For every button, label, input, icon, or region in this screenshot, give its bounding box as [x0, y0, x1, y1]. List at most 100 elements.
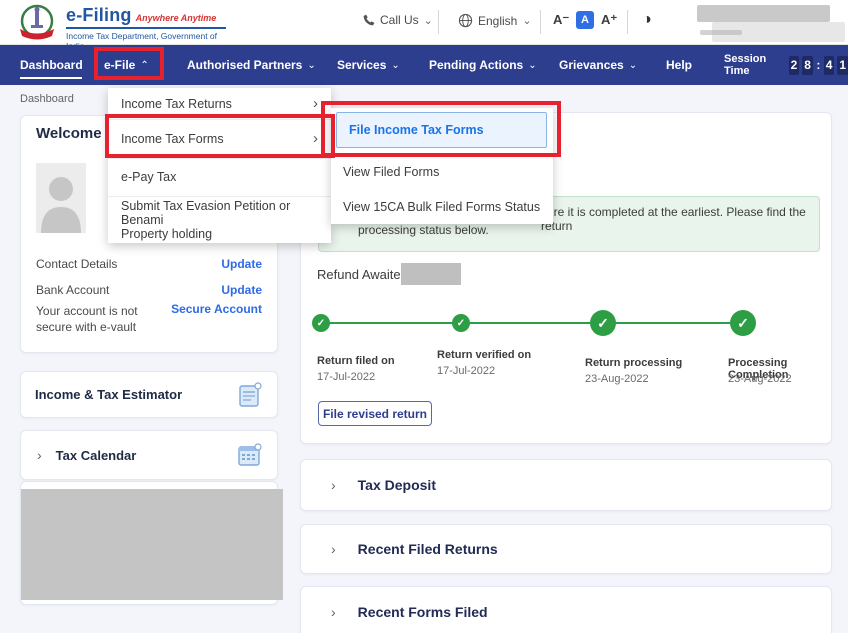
submenu-item-view-filed-forms[interactable]: View Filed Forms	[331, 156, 553, 188]
submenu-item-view-15ca-bulk-status[interactable]: View 15CA Bulk Filed Forms Status	[331, 192, 553, 222]
submenu-item-label: File Income Tax Forms	[349, 123, 484, 137]
calendar-icon	[237, 442, 263, 468]
language-selector[interactable]: English ⌄	[458, 13, 532, 28]
accordion-recent-forms-filed[interactable]: › Recent Forms Filed	[300, 586, 832, 633]
timeline-step-date: 23-Aug-2022	[728, 373, 792, 385]
step-check-icon: ✓	[452, 314, 470, 332]
chevron-down-icon: ⌄	[522, 14, 531, 27]
chevron-down-icon: ⌄	[424, 14, 433, 27]
nav-authorised-partners[interactable]: Authorised Partners⌄	[187, 45, 316, 85]
timeline-step-label: Return verified on	[437, 349, 531, 361]
evault-status-line2: secure with e-vault	[36, 320, 136, 334]
menu-item-line1: Submit Tax Evasion Petition or Benami	[121, 199, 318, 227]
nav-grievances[interactable]: Grievances⌄	[559, 45, 637, 85]
menu-item-income-tax-returns[interactable]: Income Tax Returns ›	[108, 88, 331, 119]
banner-text-fragment: processing status below.	[358, 223, 489, 237]
redacted-username	[697, 5, 830, 22]
timeline-step-date: 23-Aug-2022	[585, 373, 649, 385]
timeline-step-date: 17-Jul-2022	[437, 365, 495, 377]
chevron-right-icon: ›	[331, 477, 336, 493]
nav-pending-actions-label: Pending Actions	[429, 58, 523, 72]
session-digit: 1	[837, 56, 848, 75]
nav-services-label: Services	[337, 58, 386, 72]
chevron-down-icon: ⌄	[528, 60, 536, 71]
menu-item-label: Income Tax Returns	[121, 97, 232, 111]
chevron-right-icon: ›	[331, 541, 336, 557]
menu-item-epay-tax[interactable]: e-Pay Tax	[108, 158, 331, 196]
redacted-refund-amount	[401, 263, 461, 285]
income-tax-emblem-logo	[16, 2, 58, 44]
check-glyph: ✓	[457, 318, 465, 329]
welcome-title: Welcome	[36, 125, 102, 142]
contact-details-label: Contact Details	[36, 257, 117, 271]
session-digit: 4	[824, 56, 835, 75]
efile-dropdown-menu: Income Tax Returns › Income Tax Forms › …	[108, 88, 331, 243]
income-tax-estimator-card[interactable]: Income & Tax Estimator	[20, 371, 278, 418]
main-navigation-bar: Dashboard e-File ⌃ Authorised Partners⌄ S…	[0, 45, 848, 85]
breadcrumb[interactable]: Dashboard	[20, 93, 74, 105]
language-label: English	[478, 14, 517, 28]
brand-tagline: Anywhere Anytime	[136, 13, 217, 23]
chevron-down-icon: ⌄	[307, 60, 315, 71]
submenu-item-label: View 15CA Bulk Filed Forms Status	[343, 200, 540, 214]
estimator-title: Income & Tax Estimator	[35, 387, 182, 402]
session-time-label: Session Time	[724, 53, 782, 77]
phone-icon	[362, 14, 375, 27]
active-tab-underline	[20, 77, 82, 79]
submenu-arrow-icon: ›	[313, 95, 318, 112]
contact-update-link[interactable]: Update	[180, 257, 262, 271]
font-size-increase-button[interactable]: A⁺	[601, 12, 617, 28]
banner-text-fragment: sure it is completed at the earliest. Pl…	[541, 205, 819, 233]
nav-efile-label: e-File	[104, 58, 135, 72]
call-us-label: Call Us	[380, 13, 419, 27]
divider	[540, 10, 541, 34]
chevron-down-icon: ⌄	[391, 60, 399, 71]
timeline-step-date: 17-Jul-2022	[317, 371, 375, 383]
submenu-item-file-income-tax-forms[interactable]: File Income Tax Forms	[336, 112, 547, 148]
step-check-icon: ✓	[590, 310, 616, 336]
evault-status-line1: Your account is not	[36, 304, 138, 318]
divider	[627, 10, 628, 34]
session-timer: Session Time 2 8 : 4 1	[724, 45, 848, 85]
session-digit: 2	[789, 56, 800, 75]
nav-services[interactable]: Services ⌄	[337, 45, 400, 85]
refund-awaited-label: Refund Awaited:	[317, 267, 411, 282]
session-digit: 8	[802, 56, 813, 75]
menu-item-label: e-Pay Tax	[121, 170, 176, 184]
chevron-up-icon: ⌃	[140, 60, 148, 71]
timeline-step-label: Return processing	[585, 357, 682, 369]
accordion-recent-filed-returns[interactable]: › Recent Filed Returns	[300, 524, 832, 574]
divider	[438, 10, 439, 34]
submenu-arrow-icon: ›	[313, 130, 318, 147]
chevron-right-icon: ›	[37, 447, 42, 463]
menu-item-income-tax-forms[interactable]: Income Tax Forms ›	[108, 119, 331, 158]
font-size-default-button[interactable]: A	[576, 11, 594, 29]
file-revised-return-button[interactable]: File revised return	[318, 401, 432, 426]
tax-calendar-card[interactable]: › Tax Calendar	[20, 430, 278, 480]
timeline-step-label: Return filed on	[317, 355, 395, 367]
redacted-user-subtext	[700, 30, 742, 35]
menu-item-line2: Property holding	[121, 227, 318, 241]
bank-update-link[interactable]: Update	[180, 283, 262, 297]
tax-calendar-title: Tax Calendar	[56, 448, 137, 463]
globe-icon	[458, 13, 473, 28]
brand-name: e-Filing	[66, 5, 132, 26]
contrast-toggle-icon[interactable]: ◑	[642, 11, 652, 29]
check-glyph: ✓	[317, 318, 325, 329]
menu-item-submit-tax-evasion[interactable]: Submit Tax Evasion Petition or Benami Pr…	[108, 196, 331, 243]
nav-dashboard[interactable]: Dashboard	[20, 45, 83, 85]
redacted-media-placeholder	[21, 489, 283, 600]
avatar	[36, 163, 86, 233]
nav-efile[interactable]: e-File ⌃	[104, 45, 149, 85]
accordion-tax-deposit[interactable]: › Tax Deposit	[300, 459, 832, 511]
call-us-menu[interactable]: Call Us ⌄	[362, 13, 433, 27]
accordion-title: Recent Forms Filed	[358, 604, 488, 620]
menu-item-label: Submit Tax Evasion Petition or Benami Pr…	[121, 199, 318, 241]
nav-help[interactable]: Help	[666, 45, 692, 85]
nav-pending-actions[interactable]: Pending Actions ⌄	[429, 45, 537, 85]
check-glyph: ✓	[737, 315, 749, 332]
secure-account-link[interactable]: Secure Account	[162, 302, 262, 316]
efiling-dashboard-screen: e-Filing Anywhere Anytime Income Tax Dep…	[0, 0, 848, 633]
font-size-decrease-button[interactable]: A⁻	[553, 12, 569, 28]
timeline-connector-line	[321, 322, 743, 324]
